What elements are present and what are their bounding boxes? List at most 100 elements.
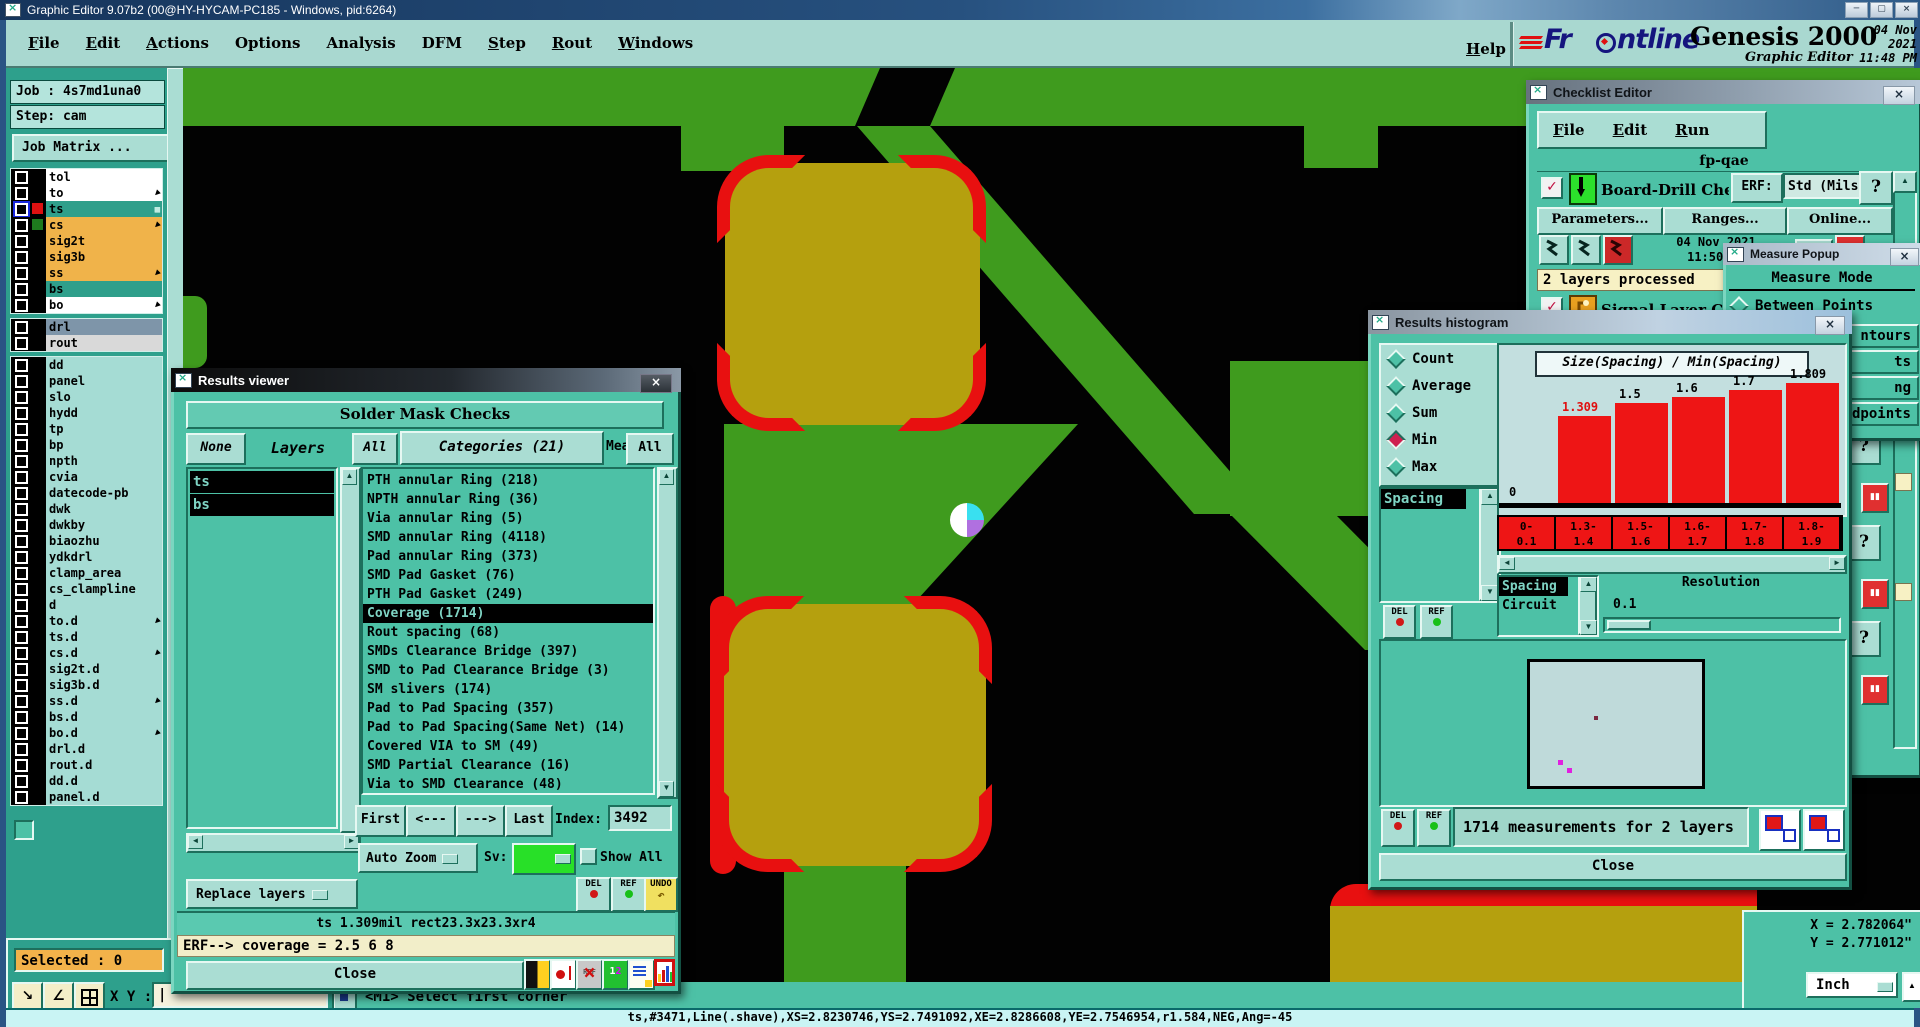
next-button[interactable]: --->: [456, 805, 505, 837]
layer-checkbox[interactable]: [11, 565, 31, 581]
scroll-up-icon[interactable]: ▲: [659, 469, 674, 485]
parameters-button[interactable]: Parameters...: [1537, 207, 1663, 235]
sv-color-dropdown[interactable]: [512, 843, 576, 875]
layer-name[interactable]: dd: [46, 357, 162, 373]
measure-popup-close-icon[interactable]: ×: [1890, 248, 1919, 266]
notes-icon[interactable]: [628, 959, 655, 990]
rv-category-item[interactable]: SMD Pad Gasket (76): [363, 566, 653, 585]
record-icon[interactable]: [550, 959, 577, 990]
layer-name[interactable]: bp: [46, 437, 162, 453]
rv-layer-list[interactable]: ts bs: [186, 467, 338, 829]
histogram-icon[interactable]: [654, 959, 675, 986]
run-action-icon[interactable]: [1571, 235, 1601, 265]
rv-category-item[interactable]: Pad to Pad Spacing(Same Net) (14): [363, 718, 653, 737]
layer-name[interactable]: bs.d: [46, 709, 162, 725]
layer-name[interactable]: dd.d: [46, 773, 162, 789]
layer-name[interactable]: sig3b: [46, 249, 162, 265]
layer-row-bo[interactable]: bo ▶: [11, 297, 162, 313]
menu-help[interactable]: Help: [1466, 40, 1506, 58]
rv-category-item[interactable]: Via to SMD Clearance (48): [363, 775, 653, 793]
menu-rout[interactable]: Rout: [552, 34, 592, 52]
layer-checkbox[interactable]: [11, 533, 31, 549]
rv-category-item[interactable]: Rout spacing (68): [363, 623, 653, 642]
histogram-close-button[interactable]: Close: [1379, 853, 1847, 881]
layer-name[interactable]: bo ▶: [46, 297, 162, 313]
layer-checkbox[interactable]: [11, 201, 31, 217]
scroll-left-icon[interactable]: ◄: [188, 835, 203, 849]
last-button[interactable]: Last: [505, 805, 553, 837]
rv-category-item[interactable]: Via annular Ring (5): [363, 509, 653, 528]
rv-close-button[interactable]: Close: [186, 961, 524, 990]
layer-row-clamp_area[interactable]: clamp_area: [11, 565, 162, 581]
layer-row-sig2t.d[interactable]: sig2t.d: [11, 661, 162, 677]
checklist-menu-edit[interactable]: Edit: [1613, 121, 1648, 139]
rv-category-item[interactable]: PTH Pad Gasket (249): [363, 585, 653, 604]
rv-category-item[interactable]: Pad annular Ring (373): [363, 547, 653, 566]
units-spinner[interactable]: ▲: [1902, 972, 1920, 1002]
layer-name[interactable]: bo.d ▶: [46, 725, 162, 741]
help-question-button[interactable]: ?: [1847, 525, 1881, 561]
layer-row-dwkby[interactable]: dwkby: [11, 517, 162, 533]
rv-category-list[interactable]: PTH annular Ring (218) NPTH annular Ring …: [361, 467, 655, 795]
layer-name[interactable]: ts ▦: [46, 201, 162, 217]
invert-icon[interactable]: [524, 959, 551, 990]
layer-name[interactable]: slo: [46, 389, 162, 405]
layer-name[interactable]: ydkdrl: [46, 549, 162, 565]
layer-row-cs.d[interactable]: cs.d ▶: [11, 645, 162, 661]
rv-layer-item-bs[interactable]: bs: [190, 494, 334, 516]
layer-name[interactable]: sig2t: [46, 233, 162, 249]
rv-category-item[interactable]: Coverage (1714): [363, 604, 653, 623]
layer-row-dd.d[interactable]: dd.d: [11, 773, 162, 789]
rv-category-item[interactable]: PTH annular Ring (218): [363, 471, 653, 490]
menu-edit[interactable]: Edit: [86, 34, 121, 52]
checklist-item1-checkbox[interactable]: ✓: [1541, 177, 1563, 199]
menu-analysis[interactable]: Analysis: [326, 34, 395, 52]
layer-row-ss.d[interactable]: ss.d ▶: [11, 693, 162, 709]
radio-diamond-icon[interactable]: [1386, 429, 1406, 450]
layer-name[interactable]: sig2t.d: [46, 661, 162, 677]
layer-row-cs[interactable]: cs ▶: [11, 217, 162, 233]
layer-name[interactable]: cs ▶: [46, 217, 162, 233]
menu-actions[interactable]: Actions: [146, 34, 209, 52]
layer-name[interactable]: tol: [46, 169, 162, 185]
replace-layers-dropdown[interactable]: Replace layers: [186, 879, 358, 909]
layer-checkbox[interactable]: [11, 597, 31, 613]
radio-diamond-icon[interactable]: [1386, 456, 1406, 477]
layer-name[interactable]: d: [46, 597, 162, 613]
layer-checkbox[interactable]: [11, 373, 31, 389]
layer-row-cvia[interactable]: cvia: [11, 469, 162, 485]
stat-option-count[interactable]: Count: [1381, 345, 1499, 372]
rv-h-scrollbar[interactable]: ◄ ►: [186, 833, 361, 853]
close-button[interactable]: ×: [1895, 2, 1918, 18]
menu-windows[interactable]: Windows: [618, 34, 693, 52]
checklist-menu-run[interactable]: Run: [1675, 121, 1709, 139]
layer-checkbox[interactable]: [11, 645, 31, 661]
layer-checkbox[interactable]: [11, 773, 31, 789]
layer-row-bs.d[interactable]: bs.d: [11, 709, 162, 725]
stat-option-average[interactable]: Average: [1381, 372, 1499, 399]
layer-name[interactable]: hydd: [46, 405, 162, 421]
layer-checkbox[interactable]: [11, 789, 31, 805]
layer-row-sig2t[interactable]: sig2t: [11, 233, 162, 249]
layer-checkbox[interactable]: [11, 405, 31, 421]
layer-checkbox[interactable]: [11, 421, 31, 437]
layer-name[interactable]: ss ▶: [46, 265, 162, 281]
layer-row-rout[interactable]: rout: [11, 335, 162, 351]
layer-row-tp[interactable]: tp: [11, 421, 162, 437]
layer-row-ydkdrl[interactable]: ydkdrl: [11, 549, 162, 565]
layer-checkbox[interactable]: [11, 501, 31, 517]
rv-layer-scrollbar[interactable]: ▲: [340, 467, 361, 833]
layer-name[interactable]: tp: [46, 421, 162, 437]
group-spacing[interactable]: Spacing: [1499, 577, 1568, 596]
histogram-close-icon[interactable]: ×: [1815, 316, 1845, 335]
layer-name[interactable]: bs: [46, 281, 162, 297]
run-action-icon[interactable]: [1539, 235, 1569, 265]
layer-checkbox[interactable]: [11, 297, 31, 313]
units-dropdown[interactable]: Inch: [1806, 972, 1898, 998]
layer-row-rout.d[interactable]: rout.d: [11, 757, 162, 773]
layer-checkbox[interactable]: [11, 613, 31, 629]
layer-row-slo[interactable]: slo: [11, 389, 162, 405]
ranges-button[interactable]: Ranges...: [1663, 207, 1787, 235]
resolution-slider[interactable]: [1603, 617, 1841, 633]
layer-name[interactable]: to ▶: [46, 185, 162, 201]
